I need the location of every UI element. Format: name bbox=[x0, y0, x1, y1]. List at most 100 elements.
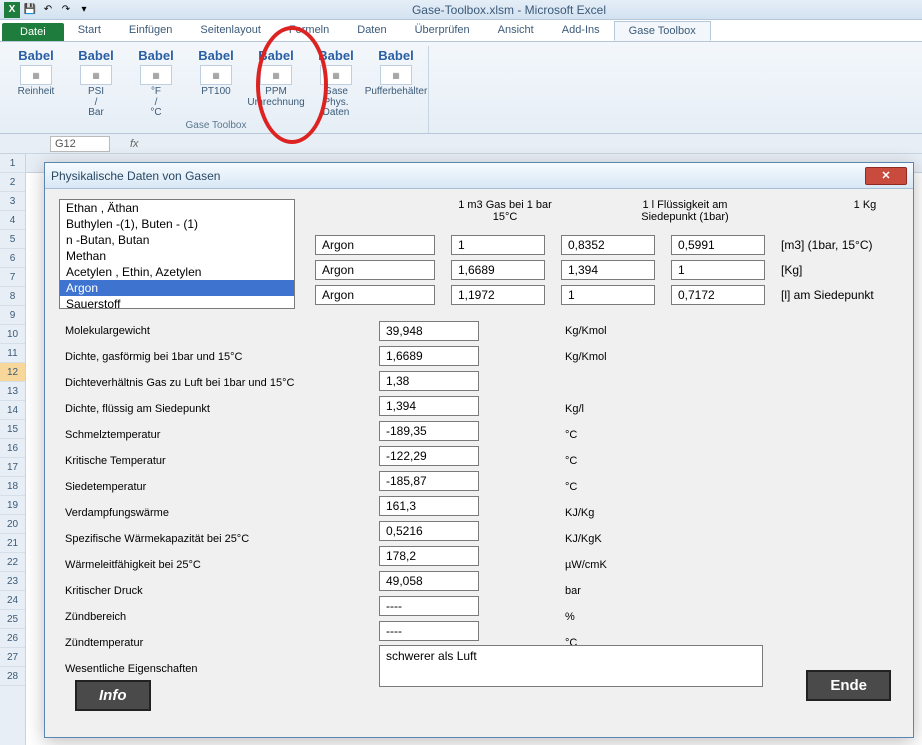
ribbon-btn-label: GasePhys.Daten bbox=[323, 87, 350, 119]
prop-value[interactable]: 178,2 bbox=[379, 546, 479, 566]
conv-val-a[interactable]: 1,1972 bbox=[451, 285, 545, 305]
gas-list-item[interactable]: Argon bbox=[60, 280, 294, 296]
tab-überprüfen[interactable]: Überprüfen bbox=[401, 21, 484, 41]
conv-val-c[interactable]: 0,5991 bbox=[671, 235, 765, 255]
tab-einfügen[interactable]: Einfügen bbox=[115, 21, 186, 41]
prop-unit: °C bbox=[565, 455, 607, 474]
prop-value[interactable]: -189,35 bbox=[379, 421, 479, 441]
prop-value[interactable]: -122,29 bbox=[379, 446, 479, 466]
tab-seitenlayout[interactable]: Seitenlayout bbox=[186, 21, 275, 41]
tab-start[interactable]: Start bbox=[64, 21, 115, 41]
info-button[interactable]: Info bbox=[75, 680, 151, 711]
prop-unit: KJ/KgK bbox=[565, 533, 607, 552]
row-header[interactable]: 5 bbox=[0, 230, 25, 249]
row-header[interactable]: 24 bbox=[0, 591, 25, 610]
tab-add-ins[interactable]: Add-Ins bbox=[548, 21, 614, 41]
ribbon-btn-psi-bar[interactable]: Babel▦PSI/Bar bbox=[70, 46, 122, 119]
row-header[interactable]: 10 bbox=[0, 325, 25, 344]
row-header[interactable]: 6 bbox=[0, 249, 25, 268]
prop-label: Dichte, gasförmig bei 1bar und 15°C bbox=[65, 351, 294, 370]
redo-icon[interactable]: ↷ bbox=[58, 2, 74, 18]
dialog-title: Physikalische Daten von Gasen bbox=[51, 169, 865, 183]
conv-val-b[interactable]: 0,8352 bbox=[561, 235, 655, 255]
prop-value[interactable]: 39,948 bbox=[379, 321, 479, 341]
undo-icon[interactable]: ↶ bbox=[40, 2, 56, 18]
row-header[interactable]: 22 bbox=[0, 553, 25, 572]
ribbon-btn-gase-phys-daten[interactable]: Babel▦GasePhys.Daten bbox=[310, 46, 362, 119]
gas-list-item[interactable]: Ethan , Äthan bbox=[60, 200, 294, 216]
ribbon-btn-reinheit[interactable]: Babel▦Reinheit bbox=[10, 46, 62, 119]
gas-list-item[interactable]: Sauerstoff bbox=[60, 296, 294, 309]
row-header[interactable]: 1 bbox=[0, 154, 25, 173]
prop-value[interactable]: 1,394 bbox=[379, 396, 479, 416]
babel-label: Babel bbox=[258, 48, 293, 63]
row-header[interactable]: 27 bbox=[0, 648, 25, 667]
tab-daten[interactable]: Daten bbox=[343, 21, 400, 41]
prop-value[interactable]: 49,058 bbox=[379, 571, 479, 591]
conv-gas-name[interactable]: Argon bbox=[315, 235, 435, 255]
tab-file[interactable]: Datei bbox=[2, 23, 64, 41]
ribbon-btn-ppm-umrechnung[interactable]: Babel▦PPMUmrechnung bbox=[250, 46, 302, 119]
row-header[interactable]: 3 bbox=[0, 192, 25, 211]
close-button[interactable]: ✕ bbox=[865, 167, 907, 185]
row-header[interactable]: 13 bbox=[0, 382, 25, 401]
tab-formeln[interactable]: Formeln bbox=[275, 21, 343, 41]
ribbon-btn-pufferbeh-lter[interactable]: Babel▦Pufferbehälter bbox=[370, 46, 422, 119]
row-header[interactable]: 4 bbox=[0, 211, 25, 230]
fx-label[interactable]: fx bbox=[130, 138, 139, 150]
prop-value[interactable]: 1,6689 bbox=[379, 346, 479, 366]
ende-button[interactable]: Ende bbox=[806, 670, 891, 701]
row-header[interactable]: 25 bbox=[0, 610, 25, 629]
conv-val-b[interactable]: 1 bbox=[561, 285, 655, 305]
row-header[interactable]: 20 bbox=[0, 515, 25, 534]
prop-value[interactable]: -185,87 bbox=[379, 471, 479, 491]
row-header[interactable]: 28 bbox=[0, 667, 25, 686]
row-header[interactable]: 11 bbox=[0, 344, 25, 363]
property-note[interactable]: schwerer als Luft bbox=[379, 645, 763, 687]
row-header[interactable]: 17 bbox=[0, 458, 25, 477]
row-header[interactable]: 23 bbox=[0, 572, 25, 591]
gas-list-item[interactable]: n -Butan, Butan bbox=[60, 232, 294, 248]
gas-list-item[interactable]: Methan bbox=[60, 248, 294, 264]
gas-list-item[interactable]: Buthylen -(1), Buten - (1) bbox=[60, 216, 294, 232]
tab-gase-toolbox[interactable]: Gase Toolbox bbox=[614, 21, 711, 41]
ribbon-btn-icon: ▦ bbox=[80, 65, 112, 85]
prop-value[interactable]: 161,3 bbox=[379, 496, 479, 516]
conv-val-c[interactable]: 1 bbox=[671, 260, 765, 280]
conv-val-a[interactable]: 1 bbox=[451, 235, 545, 255]
qat-more-icon[interactable]: ▾ bbox=[76, 2, 92, 18]
row-header[interactable]: 21 bbox=[0, 534, 25, 553]
prop-value[interactable]: ---- bbox=[379, 621, 479, 641]
tab-ansicht[interactable]: Ansicht bbox=[484, 21, 548, 41]
ribbon-btn-pt100[interactable]: Babel▦PT100 bbox=[190, 46, 242, 119]
col-header-1: 1 m3 Gas bei 1 bar 15°C bbox=[445, 199, 565, 223]
conv-gas-name[interactable]: Argon bbox=[315, 285, 435, 305]
conv-val-c[interactable]: 0,7172 bbox=[671, 285, 765, 305]
conv-gas-name[interactable]: Argon bbox=[315, 260, 435, 280]
prop-value[interactable]: 0,5216 bbox=[379, 521, 479, 541]
prop-label: Zündtemperatur bbox=[65, 637, 294, 656]
conv-val-a[interactable]: 1,6689 bbox=[451, 260, 545, 280]
prop-value[interactable]: 1,38 bbox=[379, 371, 479, 391]
gas-list-item[interactable]: Acetylen , Ethin, Azetylen bbox=[60, 264, 294, 280]
prop-label: Wärmeleitfähigkeit bei 25°C bbox=[65, 559, 294, 578]
save-icon[interactable]: 💾 bbox=[22, 2, 38, 18]
row-header[interactable]: 15 bbox=[0, 420, 25, 439]
row-header[interactable]: 12 bbox=[0, 363, 25, 382]
row-header[interactable]: 8 bbox=[0, 287, 25, 306]
row-header[interactable]: 2 bbox=[0, 173, 25, 192]
row-header[interactable]: 9 bbox=[0, 306, 25, 325]
prop-unit: bar bbox=[565, 585, 607, 604]
row-header[interactable]: 18 bbox=[0, 477, 25, 496]
row-header[interactable]: 14 bbox=[0, 401, 25, 420]
ribbon-btn--f-c[interactable]: Babel▦°F/°C bbox=[130, 46, 182, 119]
prop-value[interactable]: ---- bbox=[379, 596, 479, 616]
gas-listbox[interactable]: Ethan , ÄthanButhylen -(1), Buten - (1)n… bbox=[59, 199, 295, 309]
row-header[interactable]: 7 bbox=[0, 268, 25, 287]
row-header[interactable]: 19 bbox=[0, 496, 25, 515]
property-units: Kg/KmolKg/KmolKg/l°C°C°CKJ/KgKJ/KgKµW/cm… bbox=[565, 325, 607, 682]
row-header[interactable]: 26 bbox=[0, 629, 25, 648]
conv-val-b[interactable]: 1,394 bbox=[561, 260, 655, 280]
row-header[interactable]: 16 bbox=[0, 439, 25, 458]
name-box[interactable]: G12 bbox=[50, 136, 110, 152]
